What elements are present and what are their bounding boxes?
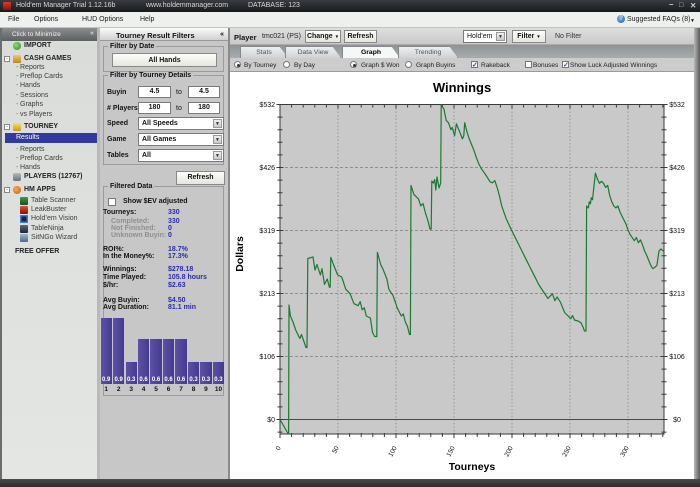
svg-text:250: 250 bbox=[561, 445, 572, 458]
svg-text:$319: $319 bbox=[259, 228, 275, 235]
svg-text:0: 0 bbox=[275, 445, 283, 452]
svg-text:Winnings: Winnings bbox=[433, 80, 491, 95]
svg-text:$532: $532 bbox=[669, 102, 685, 109]
svg-text:$213: $213 bbox=[259, 291, 275, 298]
svg-text:Dollars: Dollars bbox=[234, 236, 246, 272]
svg-text:$426: $426 bbox=[259, 165, 275, 172]
svg-text:$0: $0 bbox=[673, 417, 681, 424]
svg-text:$319: $319 bbox=[669, 228, 685, 235]
svg-text:$532: $532 bbox=[259, 102, 275, 109]
svg-text:150: 150 bbox=[445, 445, 456, 458]
svg-text:$0: $0 bbox=[267, 417, 275, 424]
svg-text:$426: $426 bbox=[669, 165, 685, 172]
svg-text:100: 100 bbox=[387, 445, 398, 458]
svg-text:$213: $213 bbox=[669, 291, 685, 298]
svg-text:300: 300 bbox=[619, 445, 630, 458]
svg-text:$106: $106 bbox=[259, 354, 275, 361]
svg-text:50: 50 bbox=[331, 445, 341, 455]
svg-text:$106: $106 bbox=[669, 354, 685, 361]
svg-text:200: 200 bbox=[503, 445, 514, 458]
svg-text:Tourneys: Tourneys bbox=[449, 461, 496, 473]
